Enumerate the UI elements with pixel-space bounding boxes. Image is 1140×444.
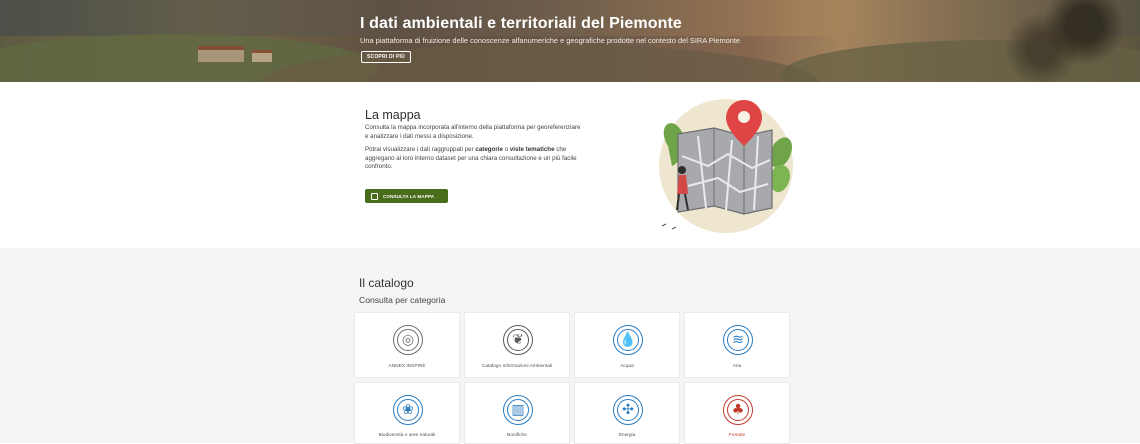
hero-banner: I dati ambientali e territoriali del Pie… (0, 0, 1140, 82)
map-icon (371, 192, 378, 200)
open-map-button-label: CONSULTA LA MAPPA (383, 193, 435, 199)
catalog-section (0, 248, 1140, 443)
category-card[interactable]: 💧 Acqua (574, 312, 680, 378)
category-card[interactable]: ✣ Energia (574, 382, 680, 444)
map-illustration (659, 99, 793, 233)
category-label: Aria (732, 364, 742, 369)
biodiversity-icon: ❀ (393, 395, 423, 425)
person-head (678, 166, 686, 174)
water-drop-icon: 💧 (613, 325, 643, 355)
category-card[interactable]: ♣ Foreste (684, 382, 790, 444)
category-label: Biodiversità e aree naturali (378, 433, 436, 438)
category-label: Acqua (620, 364, 634, 369)
category-card[interactable]: ❦ Catalogo Informazioni Ambientali (464, 312, 570, 378)
category-card[interactable]: ◎ ANNEX INSPIRE (354, 312, 460, 378)
catalog-subtitle: Consulta per categoria (359, 295, 446, 305)
map-description-categories: Potrai visualizzare i dati raggruppati p… (365, 146, 577, 171)
category-label: Catalogo Informazioni Ambientali (481, 364, 553, 369)
globe-fingerprint-icon: ◎ (393, 325, 423, 355)
forest-icon: ♣ (723, 395, 753, 425)
factory-icon: ▥ (503, 395, 533, 425)
category-label: Foreste (728, 433, 746, 438)
hero-subtitle: Una piattaforma di fruizione delle conos… (360, 36, 741, 45)
wind-icon: ≋ (723, 325, 753, 355)
open-map-button[interactable]: CONSULTA LA MAPPA (365, 189, 448, 203)
category-label: Bonifiche (507, 433, 527, 438)
catalog-title: Il catalogo (359, 276, 414, 290)
wind-turbine-icon: ✣ (613, 395, 643, 425)
earth-leaf-icon: ❦ (503, 325, 533, 355)
category-card[interactable]: ▥ Bonifiche (464, 382, 570, 444)
map-section-title: La mappa (365, 108, 421, 122)
category-label: Energia (618, 433, 636, 438)
map-description: Consulta la mappa incorporata all'intern… (365, 124, 581, 140)
discover-more-button[interactable]: SCOPRI DI PIÙ (361, 51, 411, 63)
category-card[interactable]: ❀ Biodiversità e aree naturali (354, 382, 460, 444)
hero-title: I dati ambientali e territoriali del Pie… (360, 15, 682, 32)
category-label: ANNEX INSPIRE (388, 364, 426, 369)
category-card[interactable]: ≋ Aria (684, 312, 790, 378)
